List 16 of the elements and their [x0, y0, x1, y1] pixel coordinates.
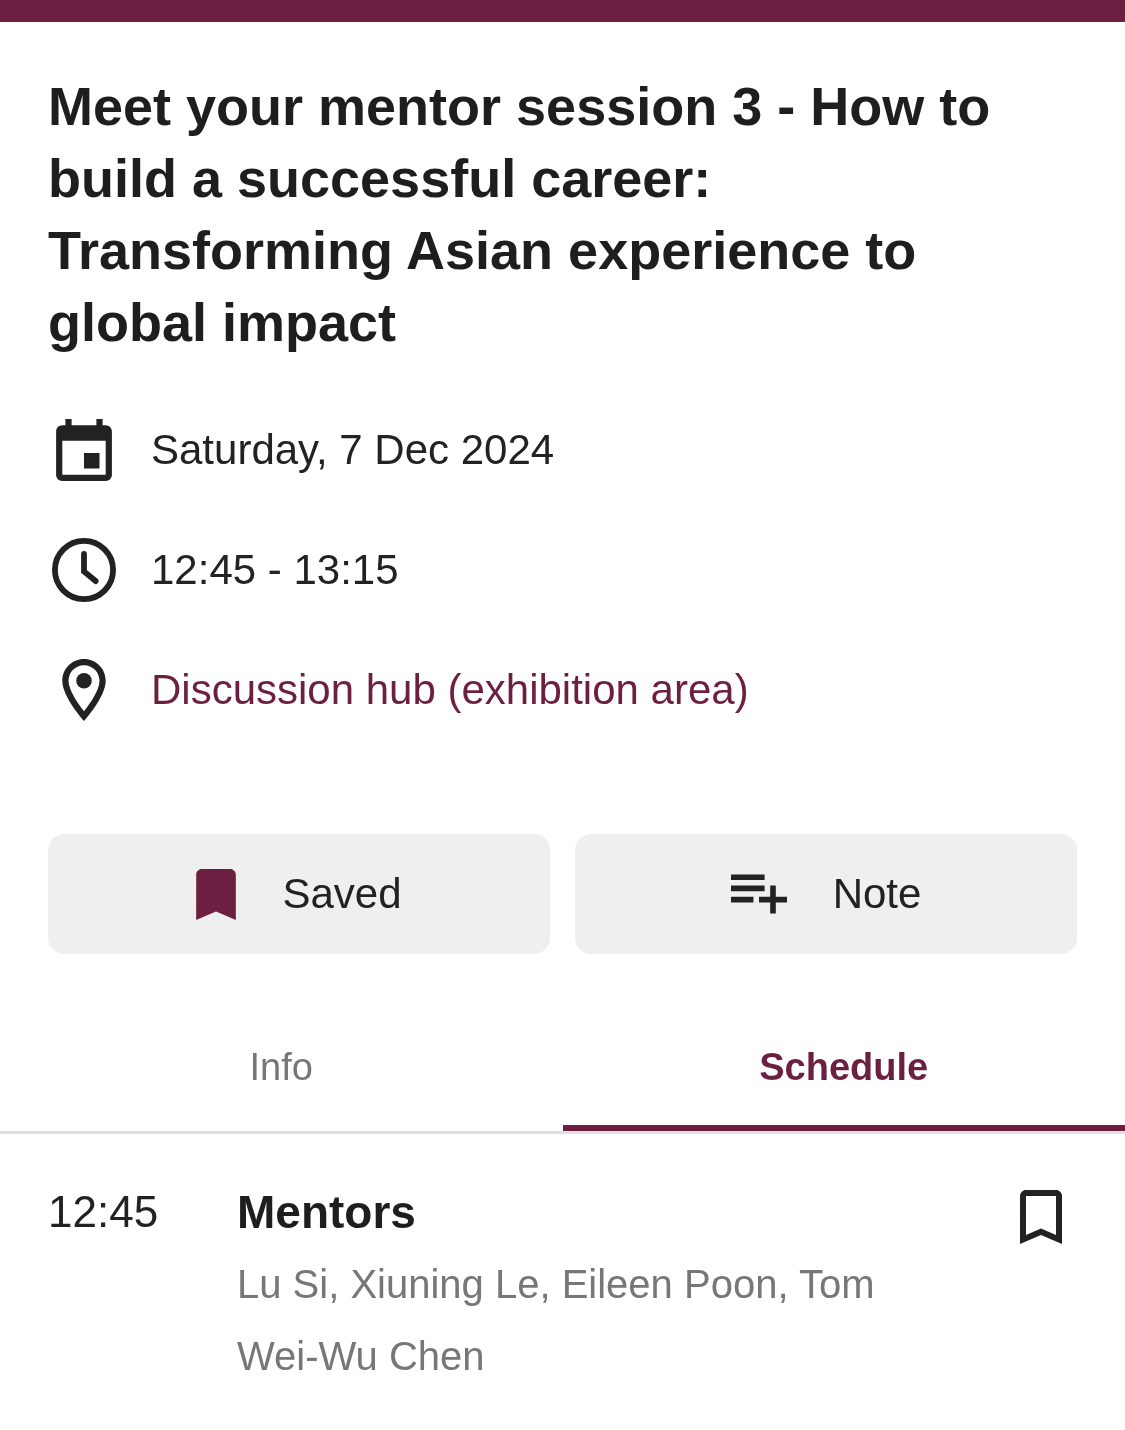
bookmark-icon[interactable] — [1020, 1190, 1062, 1244]
tab[interactable]: Schedule — [562, 1004, 1125, 1131]
time-text: 12:45 - 13:15 — [151, 545, 399, 595]
save-button[interactable]: Saved — [48, 834, 550, 954]
event-title: Meet your mentor session 3 - How to build a successful career: Transforming Asian experience to global impact — [48, 75, 992, 354]
location-pin-icon — [62, 659, 106, 721]
date-text: Saturday, 7 Dec 2024 — [151, 425, 555, 475]
add-note-icon — [730, 874, 787, 914]
calendar-icon — [56, 419, 112, 481]
clock-icon — [52, 538, 116, 602]
session-title: Mentors — [237, 1185, 416, 1240]
note-button[interactable]: Note — [575, 834, 1077, 954]
location-link[interactable]: Discussion hub (exhibition area) — [151, 665, 749, 715]
session-time: 12:45 — [48, 1186, 160, 1238]
tab[interactable]: Info — [0, 1004, 563, 1131]
mentor-names: Lu Si, Xiuning Le, Eileen Poon, Tom Wei-Wu Chen — [237, 1261, 876, 1380]
